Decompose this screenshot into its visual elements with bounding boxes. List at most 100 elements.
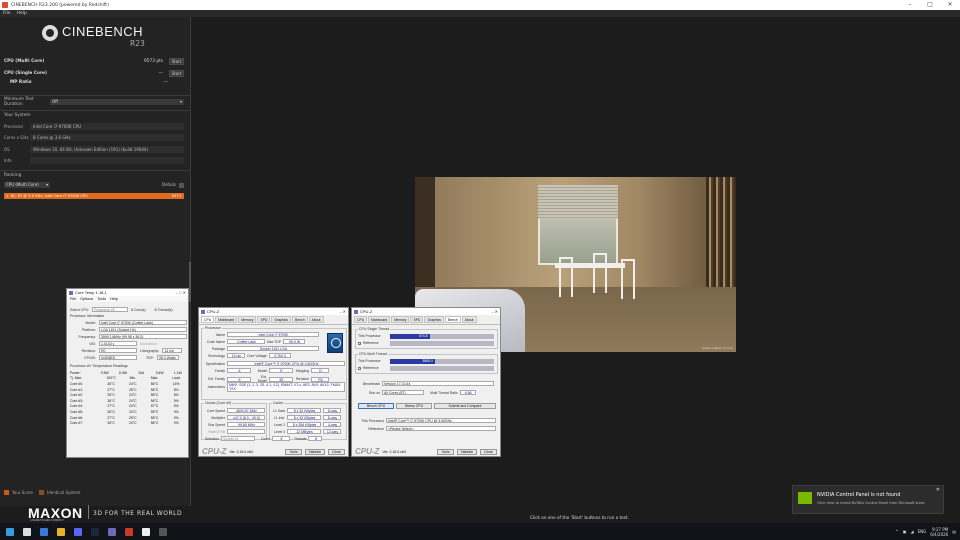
select-cpu-dropdown[interactable]: Processor #0 (92, 307, 129, 312)
platform-label: Platform: (81, 327, 96, 332)
submit-compare-button[interactable]: Submit and Compare (434, 403, 496, 409)
cores-value: 8 (272, 436, 290, 441)
core-label: Core #3: (70, 398, 84, 403)
tab-cpu[interactable]: CPU (354, 316, 368, 323)
min-duration-select[interactable]: Off (50, 99, 184, 105)
coretemp-menu-tools[interactable]: Tools (97, 297, 106, 301)
single-ref-checkbox[interactable] (358, 341, 361, 345)
cpuz2-window-controls-icon[interactable]: – ✕ (491, 308, 498, 315)
tab-memory[interactable]: Memory (238, 316, 257, 323)
runon-label: Run on (369, 390, 380, 395)
coretemp-menu-options[interactable]: Options (80, 297, 93, 301)
cpuz2-tools-button[interactable]: Tools (437, 448, 454, 455)
test-single-label: CPU (Single Core) (4, 70, 47, 76)
coretemp-taskbar-icon[interactable] (125, 527, 133, 536)
core-max: 56°C (150, 398, 159, 403)
multi-thread-group: CPU Multi Thread (355, 352, 498, 374)
core-row: Core #0: 26°C 24°C 56°C 14% (70, 381, 187, 387)
l1i-way: 8-way (323, 415, 341, 420)
multiplier-row: Multiplier x47.0 (8.0 - 49.0) (203, 415, 265, 420)
socket-select[interactable]: Socket #1 (220, 436, 255, 441)
cpuz1-close-button[interactable]: Close (328, 448, 345, 455)
your-score-label: Your Score (12, 490, 34, 495)
cpu-name-label: Name (215, 332, 225, 337)
cpuz1-window-controls-icon[interactable]: – ✕ (339, 308, 346, 315)
volume-icon[interactable]: ◢ (911, 529, 914, 534)
coretemp-close-icon[interactable]: – □ ✕ (176, 289, 186, 296)
app-taskbar-icon[interactable] (159, 527, 167, 536)
toast-close-icon[interactable]: ✕ (936, 487, 940, 493)
render-watermark: www.cinebench.com (702, 346, 733, 350)
tray-chevron-icon[interactable]: ^ (895, 529, 898, 534)
minimize-button[interactable]: – (900, 0, 920, 10)
rated-fsb-row: Rated FSB (203, 429, 265, 434)
cinebench-taskbar-icon[interactable] (142, 527, 150, 536)
multi-ref-checkbox[interactable] (358, 366, 361, 370)
info-os: OS Windows 10, 64 Bit, Unknown Edition (… (4, 145, 184, 153)
coretemp-menu-file[interactable]: File (70, 297, 76, 301)
this-proc-value: Intel® Core™ i7-9700K CPU @ 3.60GHz (386, 418, 496, 423)
tab-spd[interactable]: SPD (257, 316, 271, 323)
start-multi-button[interactable]: Start (169, 57, 184, 65)
cpuz2-validate-button[interactable]: Validate (456, 448, 478, 455)
title-bar: CINEBENCH R23.200 (powered by Redshift) … (0, 0, 960, 10)
tab-about[interactable]: About (308, 316, 324, 323)
single-ref-row: Reference (358, 341, 379, 345)
tab-mainboard[interactable]: Mainboard (215, 316, 238, 323)
menu-file[interactable]: File (3, 11, 11, 16)
ranking-entry[interactable]: 1. 8C, 8T @ 3.6 GHz, Intel Core i7-9700K… (4, 193, 184, 199)
file-explorer-icon[interactable] (57, 527, 65, 536)
revision-value: R0 (311, 376, 329, 382)
panel-scrollbar[interactable] (189, 262, 191, 302)
multi-thread-title: CPU Multi Thread (358, 352, 388, 356)
codename-row: Code Name Coffee Lake Max TDP 95.0 W (203, 339, 306, 344)
search-icon[interactable] (23, 527, 31, 536)
proc-info-title-row: Processor Information (70, 314, 104, 318)
details-button[interactable]: Details (162, 182, 185, 188)
single-ref-bar (390, 341, 494, 346)
l1d-value: 8 x 32 KBytes (287, 408, 321, 413)
stress-cpu-button[interactable]: Stress CPU (396, 403, 432, 409)
network-icon[interactable]: ▣ (903, 529, 907, 534)
reference-select[interactable]: <Please Select> (386, 426, 496, 431)
cpuz1-validate-button[interactable]: Validate (304, 448, 326, 455)
tray-clock[interactable]: 9:27 PM 6/4/2026 (930, 527, 948, 537)
discord-icon[interactable] (74, 527, 82, 536)
close-button[interactable]: ✕ (940, 0, 960, 10)
proc-info-title: Processor Information (70, 314, 105, 318)
tab-bench[interactable]: Bench (445, 316, 461, 323)
bus-speed-row: Bus Speed 99.80 MHz (203, 422, 265, 427)
bench-cpu-button[interactable]: Bench CPU (358, 403, 394, 409)
tab-mainboard[interactable]: Mainboard (368, 316, 391, 323)
cpuz-taskbar-icon[interactable] (108, 527, 116, 536)
runon-row: Run on All Cores (8T) Multi Thread Ratio 6.… (360, 390, 476, 395)
info-info-value (30, 156, 184, 164)
tab-bench[interactable]: Bench (292, 316, 308, 323)
menu-help[interactable]: Help (17, 11, 27, 16)
benchmark-select[interactable]: Version 17.01.64 (382, 381, 494, 386)
coretemp-titlebar: Core Temp 1.18.1 – □ ✕ (67, 289, 188, 296)
browser-icon[interactable] (40, 527, 48, 536)
cache-group-title: Cache (272, 401, 285, 405)
tab-memory[interactable]: Memory (391, 316, 410, 323)
tab-about[interactable]: About (461, 316, 477, 323)
notification-icon[interactable]: ▤ (952, 529, 956, 534)
tab-spd[interactable]: SPD (410, 316, 424, 323)
ranking-select[interactable]: CPU (Multi Core) (4, 182, 50, 188)
model-value: Intel Core i7 9700K (Coffee Lake) (99, 320, 187, 325)
tab-graphics[interactable]: Graphics (424, 316, 445, 323)
start-single-button[interactable]: Start (169, 69, 184, 77)
cpuz2-close-button[interactable]: Close (480, 448, 497, 455)
tab-cpu[interactable]: CPU (201, 316, 215, 323)
start-icon[interactable] (6, 527, 14, 536)
coretemp-menu-help[interactable]: Help (110, 297, 118, 301)
runon-select[interactable]: All Cores (8T) (382, 390, 424, 395)
tray-language[interactable]: ENG (918, 529, 927, 534)
nvidia-toast[interactable]: NVIDIA Control Panel is not found Click … (792, 485, 944, 514)
steam-icon[interactable] (91, 527, 99, 536)
core-temp: 26°C (107, 398, 115, 403)
cpuz1-tools-button[interactable]: Tools (285, 448, 302, 455)
tab-graphics[interactable]: Graphics (271, 316, 292, 323)
core-label: Core #0: (70, 381, 84, 386)
maximize-button[interactable]: □ (920, 0, 940, 10)
